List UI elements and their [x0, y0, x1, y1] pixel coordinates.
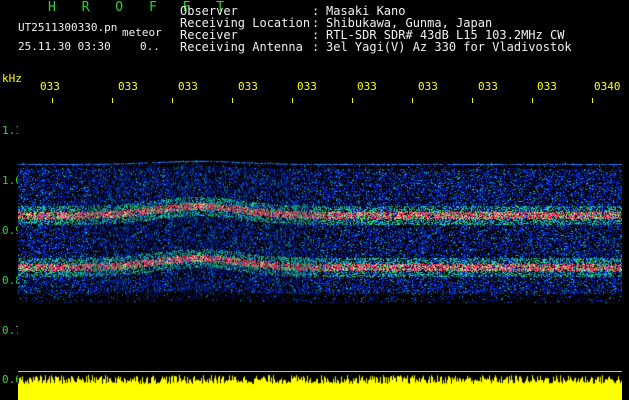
antenna-label: Receiving Antenna — [180, 40, 303, 54]
detection-mode: meteor — [122, 26, 162, 39]
separator: : — [312, 40, 327, 54]
x-tick-label: 033 — [178, 80, 198, 93]
capture-timestamp: 25.11.30 03:30 — [18, 40, 111, 53]
x-tick-label: 033 — [418, 80, 438, 93]
x-tick-label: 033 — [357, 80, 377, 93]
signal-level-strip — [18, 372, 622, 400]
y-axis-unit: kHz — [2, 72, 22, 85]
x-tick-label: 033 — [478, 80, 498, 93]
status-indicator: 0.. — [140, 40, 160, 53]
hrofft-window: H R O F F T UT2511300330.pn meteor 25.11… — [0, 0, 629, 400]
station-info: Observer: Masaki Kano Receiving Location… — [180, 5, 572, 53]
spectrogram-plot — [18, 103, 622, 370]
x-tick-label: 033 — [238, 80, 258, 93]
x-tick-label: 033 — [297, 80, 317, 93]
x-tick-label: 0340 — [594, 80, 621, 93]
x-tick-label: 033 — [537, 80, 557, 93]
image-filename: UT2511300330.pn — [18, 21, 118, 34]
antenna-value: 3el Yagi(V) Az 330 for Vladivostok — [326, 40, 572, 54]
x-tick-label: 033 — [40, 80, 60, 93]
x-tick-label: 033 — [118, 80, 138, 93]
antenna-row: Receiving Antenna: 3el Yagi(V) Az 330 fo… — [180, 41, 572, 53]
